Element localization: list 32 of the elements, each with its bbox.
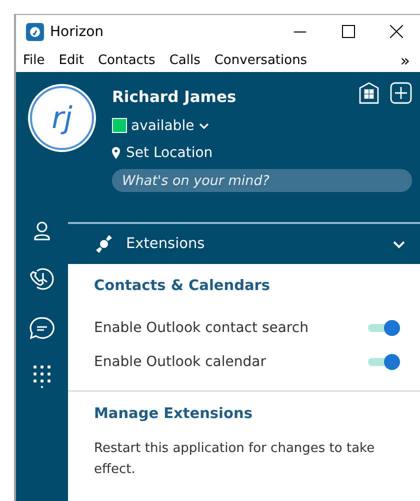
window-title: Horizon [50, 24, 105, 40]
person-icon[interactable] [31, 220, 53, 242]
chat-icon[interactable] [29, 316, 55, 340]
avatar: rj [30, 86, 94, 150]
menu-overflow[interactable]: » [394, 50, 416, 70]
toggle-label: Enable Outlook contact search [94, 320, 308, 336]
toggle-label: Enable Outlook calendar [94, 354, 266, 370]
toggle-switch[interactable] [368, 354, 400, 370]
menu-item[interactable]: Calls [162, 52, 208, 68]
section-heading: Manage Extensions [94, 406, 254, 422]
building-icon[interactable] [358, 82, 380, 104]
plug-icon [94, 235, 114, 253]
menu-item[interactable]: Edit [52, 52, 91, 68]
location-pin-icon [112, 146, 120, 158]
menu-item[interactable]: Conversations [207, 52, 314, 68]
chevron-down-icon[interactable] [198, 122, 210, 130]
status-indicator [112, 118, 127, 133]
menu-item[interactable]: Contacts [90, 52, 162, 68]
close-icon [390, 25, 402, 38]
phone-clock-icon[interactable] [29, 266, 55, 292]
maximize-icon [342, 25, 354, 38]
restart-note: Restart this application for changes to take effect. [94, 440, 376, 479]
status-dropdown[interactable]: available [131, 118, 194, 134]
toggle-switch[interactable] [368, 320, 400, 336]
dialpad-icon[interactable] [32, 364, 52, 388]
mood-field[interactable]: What's on your mind? [112, 169, 412, 192]
section-heading: Contacts & Calendars [94, 278, 272, 294]
user-name: Richard James [112, 88, 236, 108]
set-location-link[interactable]: Set Location [126, 144, 213, 160]
menu-item[interactable]: File [16, 52, 52, 68]
app-logo-icon [26, 22, 44, 40]
add-icon[interactable] [390, 82, 412, 104]
